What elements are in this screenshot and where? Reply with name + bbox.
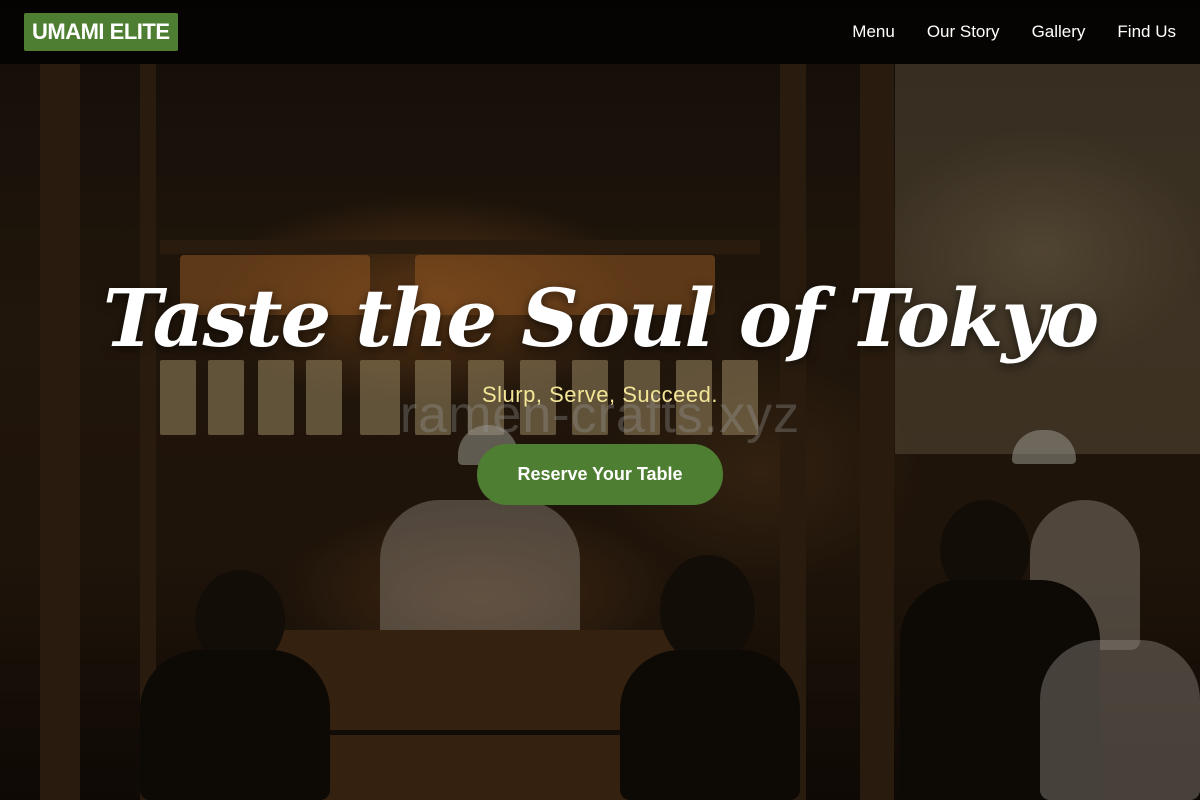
nav-link-gallery[interactable]: Gallery: [1032, 22, 1086, 42]
nav-link-our-story[interactable]: Our Story: [927, 22, 1000, 42]
hero-content: Taste the Soul of Tokyo ramen-crafts.xyz…: [0, 270, 1200, 505]
brand-logo[interactable]: UMAMI ELITE: [24, 13, 178, 51]
top-navbar: UMAMI ELITE Menu Our Story Gallery Find …: [0, 0, 1200, 64]
nav-link-menu[interactable]: Menu: [852, 22, 895, 42]
reserve-table-button[interactable]: Reserve Your Table: [477, 444, 723, 505]
hero-title: Taste the Soul of Tokyo: [102, 271, 1099, 365]
nav-link-find-us[interactable]: Find Us: [1117, 22, 1176, 42]
hero-tagline: Slurp, Serve, Succeed.: [481, 382, 718, 407]
main-nav: Menu Our Story Gallery Find Us: [852, 22, 1176, 42]
